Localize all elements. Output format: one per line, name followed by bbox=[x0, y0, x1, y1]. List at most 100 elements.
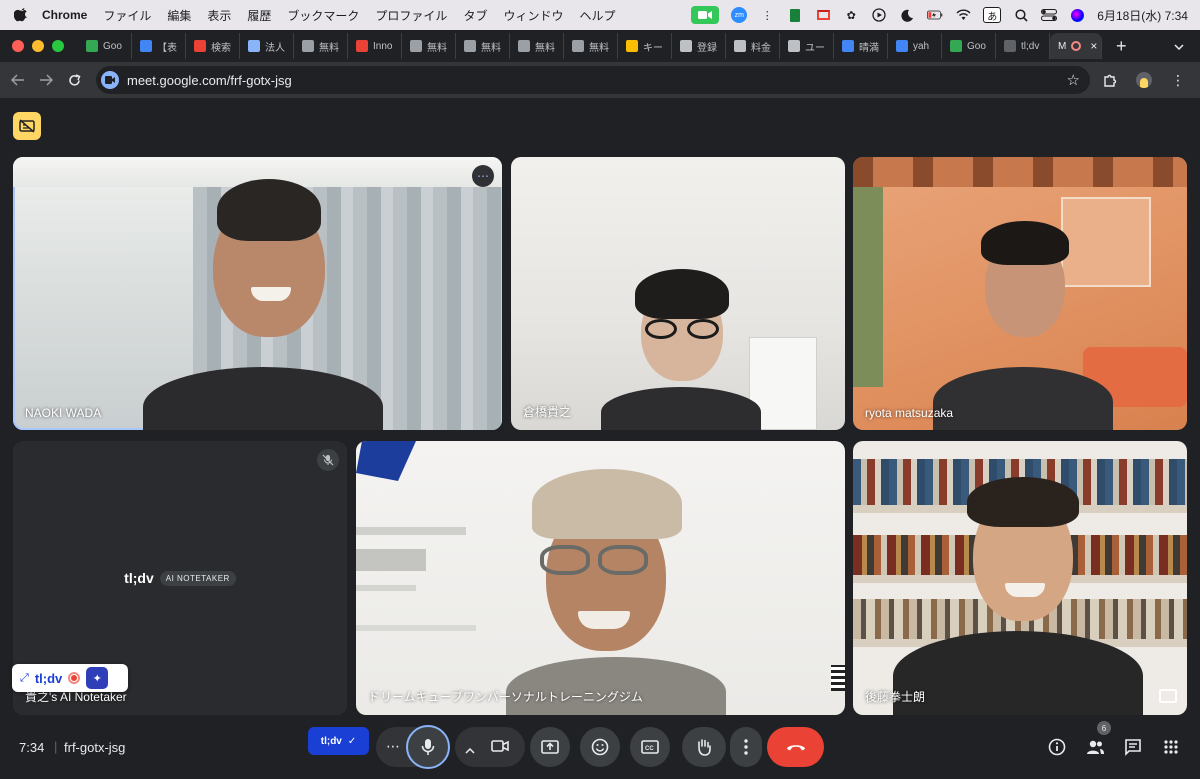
tab-favicon-icon bbox=[140, 40, 152, 52]
browser-tab[interactable]: キー bbox=[618, 33, 672, 59]
browser-tab[interactable]: 検索 bbox=[186, 33, 240, 59]
meeting-code[interactable]: frf-gotx-jsg bbox=[64, 740, 125, 755]
participant-tile-naoki-wada[interactable]: ⋯ NAOKI WADA bbox=[13, 157, 502, 430]
participant-tile-kurahashi[interactable]: 倉橋貴之 bbox=[511, 157, 845, 430]
control-center-icon[interactable] bbox=[1041, 7, 1058, 23]
input-method-indicator[interactable]: あ bbox=[983, 7, 1002, 23]
people-icon bbox=[1087, 740, 1104, 754]
extensions-icon[interactable] bbox=[1100, 70, 1120, 90]
tab-search-dropdown-icon[interactable] bbox=[1170, 38, 1188, 56]
ai-sparkle-icon[interactable]: ✦ bbox=[86, 667, 109, 689]
participant-name: ドリームキューブワンパーソナルトレーニングジム bbox=[368, 690, 643, 704]
zoom-window-button[interactable] bbox=[52, 40, 64, 52]
vertical-dots-icon[interactable]: ⋮ bbox=[759, 7, 775, 23]
microphone-button[interactable] bbox=[406, 725, 450, 769]
leave-call-button[interactable] bbox=[767, 727, 824, 767]
tile-more-options-icon[interactable]: ⋯ bbox=[472, 165, 494, 187]
url-text[interactable]: meet.google.com/frf-gotx-jsg bbox=[127, 73, 292, 88]
browser-tab[interactable]: Goo bbox=[942, 33, 996, 59]
svg-text:CC: CC bbox=[645, 746, 654, 752]
reactions-button[interactable] bbox=[580, 727, 620, 767]
qr-code-icon bbox=[831, 665, 845, 691]
browser-tab[interactable]: Goo bbox=[78, 33, 132, 59]
browser-tab[interactable]: 料金 bbox=[726, 33, 780, 59]
participant-tile-goto[interactable]: 後藤拳士朗 bbox=[853, 441, 1187, 715]
close-tab-icon[interactable]: × bbox=[1090, 39, 1097, 53]
menu-app-name[interactable]: Chrome bbox=[42, 8, 87, 22]
camera-button[interactable] bbox=[491, 739, 509, 758]
menu-history[interactable]: 履歴 bbox=[247, 7, 271, 24]
menu-window[interactable]: ウィンドウ bbox=[503, 7, 563, 24]
camera-control-group bbox=[455, 727, 525, 767]
tab-favicon-icon bbox=[302, 40, 314, 52]
tab-label: 無料 bbox=[481, 42, 501, 54]
chrome-menu-icon[interactable]: ⋮ bbox=[1168, 70, 1188, 90]
address-bar[interactable]: meet.google.com/frf-gotx-jsg ☆ bbox=[96, 66, 1090, 94]
facetime-camera-icon[interactable] bbox=[691, 6, 720, 24]
menu-profiles[interactable]: プロファイル bbox=[375, 7, 447, 24]
menu-view[interactable]: 表示 bbox=[207, 7, 231, 24]
browser-tab[interactable]: 法人 bbox=[240, 33, 294, 59]
wifi-icon[interactable] bbox=[955, 7, 971, 23]
recording-dot-icon[interactable] bbox=[68, 672, 81, 684]
play-circle-icon[interactable] bbox=[871, 7, 887, 23]
captions-button[interactable]: CC bbox=[630, 727, 670, 767]
browser-tab[interactable]: 無料 bbox=[402, 33, 456, 59]
audio-options-icon[interactable]: ⋯ bbox=[386, 738, 400, 755]
menu-bookmarks[interactable]: ブックマーク bbox=[287, 7, 359, 24]
raise-hand-button[interactable] bbox=[682, 727, 726, 767]
participant-tile-dreamcube-gym[interactable]: ドリームキューブワンパーソナルトレーニングジム bbox=[356, 441, 845, 715]
tab-google-meet-active[interactable]: M × bbox=[1050, 33, 1102, 59]
sheets-icon[interactable] bbox=[787, 7, 803, 23]
browser-tab[interactable]: 登録 bbox=[672, 33, 726, 59]
zoom-app-icon[interactable]: zm bbox=[731, 7, 748, 23]
tldv-extension-button[interactable]: tl;dv ✓ bbox=[308, 727, 369, 755]
new-tab-button[interactable]: + bbox=[1116, 36, 1127, 57]
captions-off-icon[interactable] bbox=[13, 112, 41, 140]
gmail-icon[interactable] bbox=[815, 7, 831, 23]
bookmark-star-icon[interactable]: ☆ bbox=[1067, 71, 1080, 89]
browser-tab[interactable]: 無料 bbox=[564, 33, 618, 59]
do-not-disturb-moon-icon[interactable] bbox=[899, 7, 915, 23]
checkmark-icon: ✓ bbox=[347, 735, 357, 747]
menubar-datetime[interactable]: 6月18日(水) 7:34 bbox=[1097, 7, 1188, 24]
more-options-button[interactable] bbox=[730, 727, 762, 767]
menu-tab[interactable]: タブ bbox=[463, 7, 487, 24]
close-window-button[interactable] bbox=[12, 40, 24, 52]
activities-button[interactable] bbox=[1161, 737, 1181, 757]
browser-tab[interactable]: tl;dv bbox=[996, 33, 1050, 59]
expand-icon[interactable]: ⤢ bbox=[20, 672, 29, 685]
picture-in-picture-icon[interactable] bbox=[1159, 689, 1177, 703]
people-button[interactable] bbox=[1085, 737, 1105, 757]
browser-tab[interactable]: 無料 bbox=[294, 33, 348, 59]
tab-list: Goo 【表 検索 法人 無料 Inno 無料 無料 無料 無料 キー 登録 料金 ユー 晴満 yah Goo t… bbox=[78, 33, 1050, 59]
flower-icon[interactable]: ✿ bbox=[843, 7, 859, 23]
back-button[interactable] bbox=[4, 66, 32, 94]
meeting-details-button[interactable] bbox=[1047, 737, 1067, 757]
participant-video bbox=[923, 207, 1123, 430]
browser-tab[interactable]: 無料 bbox=[456, 33, 510, 59]
profile-avatar[interactable] bbox=[1134, 70, 1154, 90]
siri-icon[interactable] bbox=[1069, 7, 1085, 23]
tldv-recorder-widget[interactable]: ⤢ tl;dv ✦ bbox=[12, 664, 128, 692]
menu-file[interactable]: ファイル bbox=[103, 7, 151, 24]
browser-tab[interactable]: 【表 bbox=[132, 33, 186, 59]
browser-tab[interactable]: yah bbox=[888, 33, 942, 59]
browser-tab[interactable]: ユー bbox=[780, 33, 834, 59]
video-options-chevron-icon[interactable] bbox=[465, 741, 475, 759]
search-icon[interactable] bbox=[1013, 7, 1029, 23]
minimize-window-button[interactable] bbox=[32, 40, 44, 52]
chat-button[interactable] bbox=[1123, 737, 1143, 757]
present-screen-button[interactable] bbox=[530, 727, 570, 767]
browser-tab[interactable]: Inno bbox=[348, 33, 402, 59]
browser-tab[interactable]: 無料 bbox=[510, 33, 564, 59]
site-info-icon[interactable] bbox=[101, 71, 119, 89]
apple-logo-icon[interactable] bbox=[14, 8, 28, 22]
menu-help[interactable]: ヘルプ bbox=[579, 7, 615, 24]
reload-button[interactable] bbox=[60, 66, 88, 94]
menu-edit[interactable]: 編集 bbox=[167, 7, 191, 24]
participant-tile-ryota-matsuzaka[interactable]: ryota matsuzaka bbox=[853, 157, 1187, 430]
battery-icon[interactable] bbox=[927, 7, 943, 23]
forward-button[interactable] bbox=[32, 66, 60, 94]
browser-tab[interactable]: 晴満 bbox=[834, 33, 888, 59]
